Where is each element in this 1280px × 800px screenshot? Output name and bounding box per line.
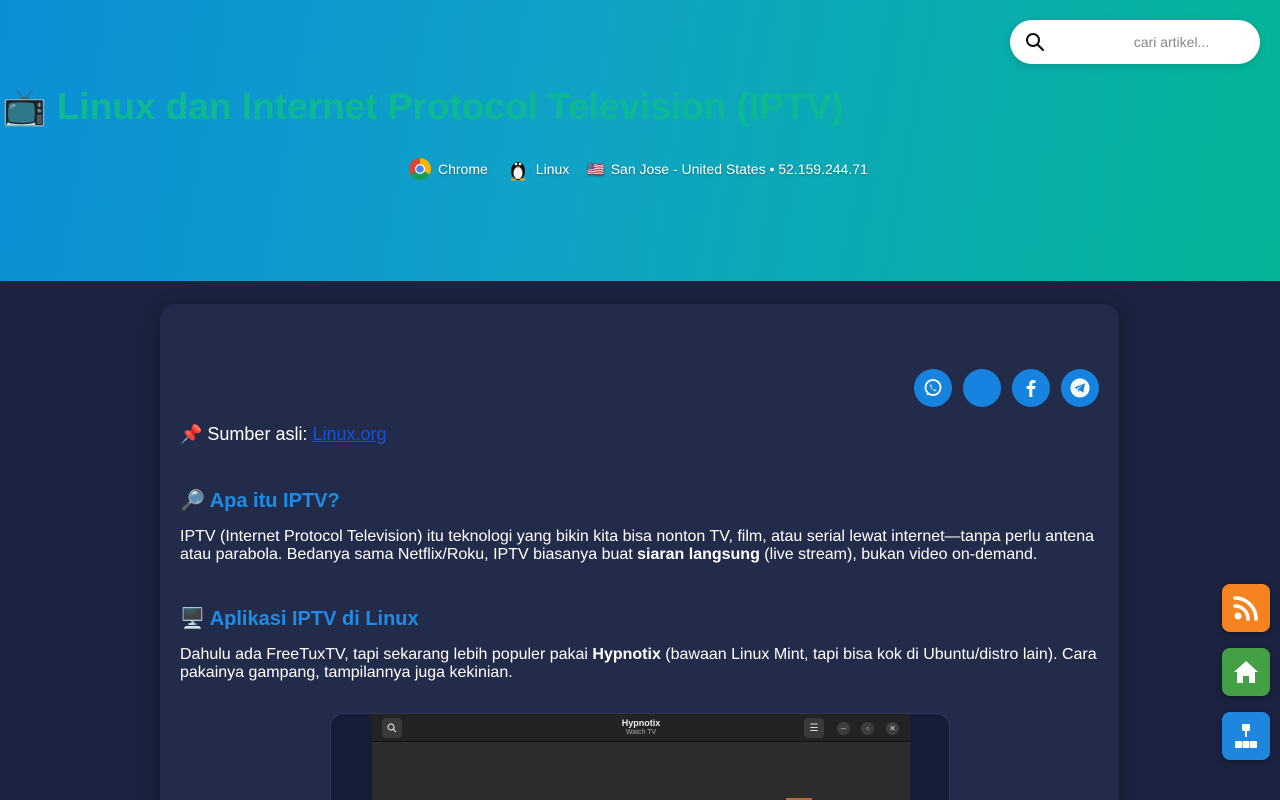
rss-button[interactable] xyxy=(1222,584,1270,632)
section-heading-iptv-apps: 🖥️ Aplikasi IPTV di Linux xyxy=(180,608,419,630)
hero-header: 📺 Linux dan Internet Protocol Television… xyxy=(0,0,1280,281)
facebook-share-button[interactable] xyxy=(1012,369,1050,407)
us-flag-icon: 🇺🇸 xyxy=(587,160,605,177)
telegram-icon xyxy=(1070,378,1090,398)
sitemap-button[interactable] xyxy=(1222,712,1270,760)
search-input[interactable] xyxy=(1054,28,1249,56)
browser-label: Chrome xyxy=(438,161,488,177)
section-heading-what-is-iptv: 🔎 Apa itu IPTV? xyxy=(180,490,340,512)
section-paragraph: IPTV (Internet Protocol Television) itu … xyxy=(180,528,1094,563)
source-link[interactable]: Linux.org xyxy=(312,424,386,444)
telegram-share-button[interactable] xyxy=(1061,369,1099,407)
app-subtitle: Watch TV xyxy=(625,729,657,736)
search-box[interactable] xyxy=(1010,20,1260,64)
source-prefix: 📌 Sumber asli: xyxy=(180,424,313,444)
page-title: 📺 Linux dan Internet Protocol Television… xyxy=(2,84,844,130)
minimize-icon: – xyxy=(837,722,850,735)
home-icon xyxy=(1234,661,1258,683)
section-paragraph: Dahulu ada FreeTuxTV, tapi sekarang lebi… xyxy=(180,646,1097,681)
rss-icon xyxy=(1233,596,1258,621)
share-buttons xyxy=(914,369,1099,407)
whatsapp-icon xyxy=(924,379,942,396)
linux-tux-icon xyxy=(510,162,526,181)
os-label: Linux xyxy=(535,161,570,177)
tv-icon: 📺 xyxy=(2,86,47,127)
home-button[interactable] xyxy=(1222,648,1270,696)
hypnotix-window: Hypnotix Watch TV ☰ – ▫ ✕ xyxy=(372,714,910,800)
visitor-meta: Chrome Linux 🇺🇸 San Jose - United States… xyxy=(408,156,868,182)
sitemap-icon xyxy=(1235,724,1257,748)
close-icon: ✕ xyxy=(886,722,899,735)
source-line: 📌 Sumber asli: Linux.org xyxy=(180,424,387,445)
maximize-icon: ▫ xyxy=(861,722,874,735)
app-menu-icon: ☰ xyxy=(804,718,824,738)
location-label: San Jose - United States • 52.159.244.71 xyxy=(610,161,868,177)
hypnotix-screenshot: Hypnotix Watch TV ☰ – ▫ ✕ xyxy=(330,713,950,800)
share-button[interactable] xyxy=(963,369,1001,407)
facebook-icon xyxy=(1026,380,1036,397)
whatsapp-share-button[interactable] xyxy=(914,369,952,407)
app-titlebar: Hypnotix Watch TV ☰ – ▫ ✕ xyxy=(372,714,910,742)
page-title-text: Linux dan Internet Protocol Television (… xyxy=(56,86,844,127)
chrome-icon xyxy=(409,158,431,180)
search-icon xyxy=(1026,33,1045,52)
app-title: Hypnotix xyxy=(621,718,661,728)
